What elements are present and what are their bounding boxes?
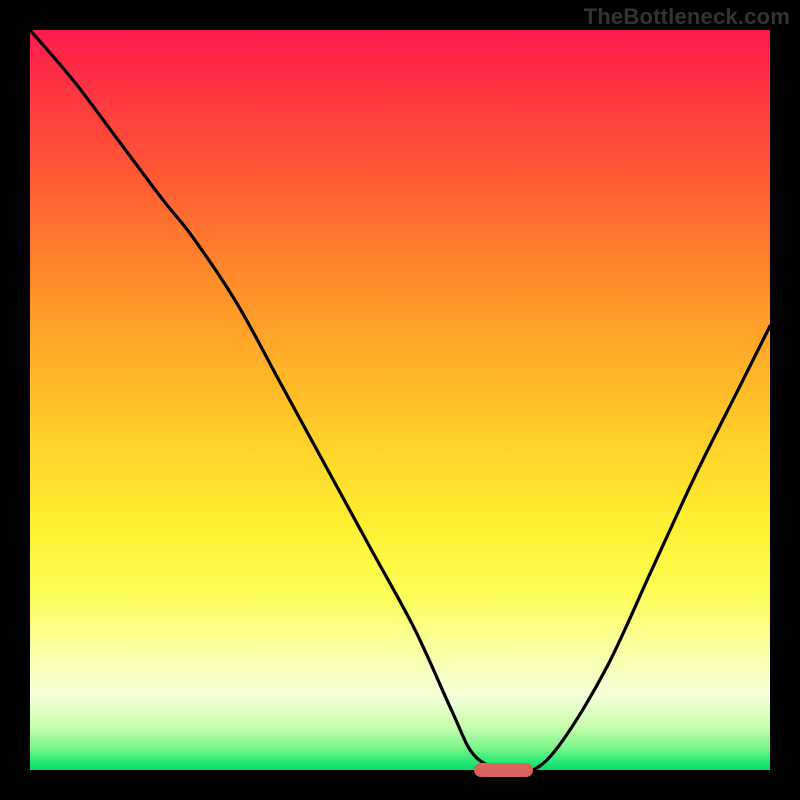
plot-area [30, 30, 770, 770]
chart-frame: TheBottleneck.com [0, 0, 800, 800]
curve-layer [30, 30, 770, 770]
watermark-text: TheBottleneck.com [584, 4, 790, 30]
optimal-marker [474, 763, 533, 777]
bottleneck-curve [30, 30, 770, 770]
